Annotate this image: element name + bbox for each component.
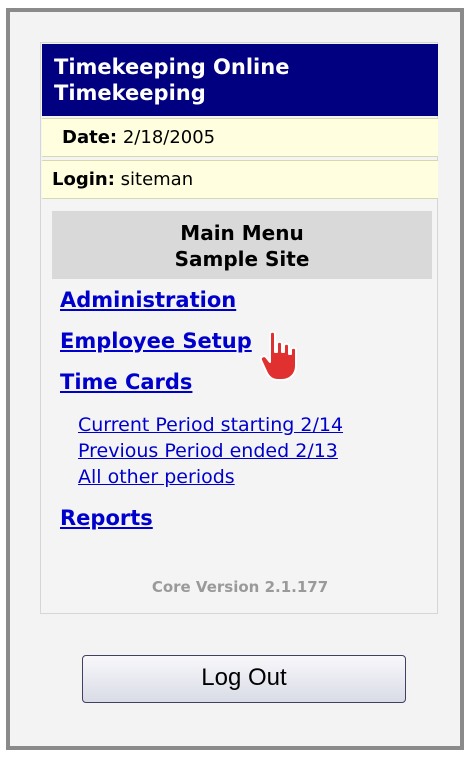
logout-button[interactable]: Log Out [82, 655, 406, 703]
main-menu-title: Main Menu [180, 221, 304, 245]
hand-pointer-icon [259, 330, 297, 381]
date-value: 2/18/2005 [122, 127, 216, 148]
all-other-periods-link[interactable]: All other periods [78, 465, 235, 489]
nav-administration-link[interactable]: Administration [60, 288, 236, 312]
core-version: Core Version 2.1.177 [151, 578, 329, 596]
nav-reports-link[interactable]: Reports [60, 506, 153, 530]
nav-time-cards-link[interactable]: Time Cards [60, 370, 192, 394]
date-label: Date: [62, 127, 118, 148]
app-subtitle: Timekeeping [54, 81, 206, 105]
date-row: Date: 2/18/2005 [42, 118, 438, 157]
app-header: Timekeeping Online Timekeeping [42, 44, 438, 116]
current-period-link[interactable]: Current Period starting 2/14 [78, 413, 343, 437]
site-name: Sample Site [174, 247, 310, 271]
app-title: Timekeeping Online [54, 55, 290, 79]
login-row: Login: siteman [42, 160, 438, 199]
login-value: siteman [120, 169, 194, 190]
main-menu-header: Main Menu Sample Site [52, 211, 432, 279]
previous-period-link[interactable]: Previous Period ended 2/13 [78, 439, 338, 463]
login-label: Login: [52, 169, 115, 190]
nav-employee-setup-link[interactable]: Employee Setup [60, 329, 252, 353]
